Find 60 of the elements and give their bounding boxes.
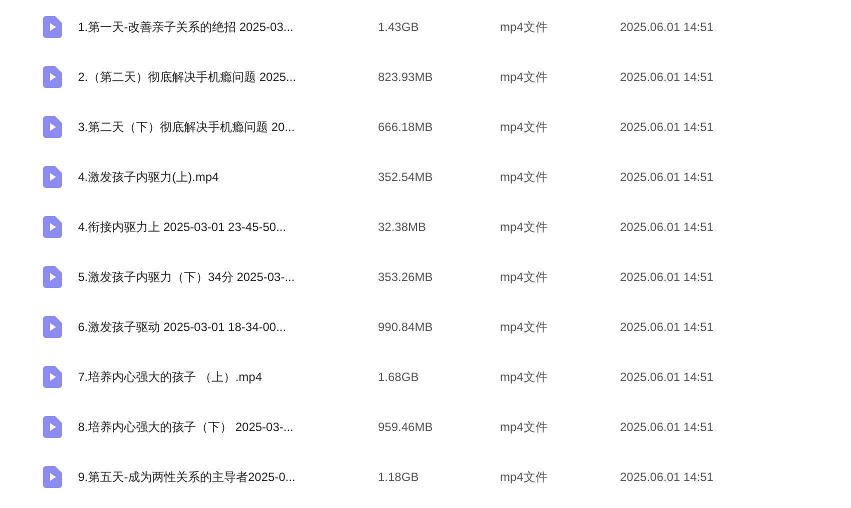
video-file-icon xyxy=(43,216,62,238)
modified-date: 2025.06.01 14:51 xyxy=(620,270,714,284)
file-type: mp4文件 xyxy=(500,468,548,486)
file-row[interactable]: 7.培养内心强大的孩子 （上）.mp4 1.68GB mp4文件 2025.06.01 14:51 xyxy=(0,352,851,402)
video-file-icon xyxy=(43,466,62,488)
file-size: 990.84MB xyxy=(378,320,434,334)
file-type: mp4文件 xyxy=(500,218,548,236)
file-name: 1.第一天-改善亲子关系的绝招 2025-03... xyxy=(78,18,294,36)
file-name: 8.培养内心强大的孩子（下） 2025-03-... xyxy=(78,418,294,436)
file-size: 1.18GB xyxy=(378,470,420,484)
modified-date: 2025.06.01 14:51 xyxy=(620,320,714,334)
file-row[interactable]: 1.第一天-改善亲子关系的绝招 2025-03... 1.43GB mp4文件 2025.06.01 14:51 xyxy=(0,2,851,52)
file-row[interactable]: 3.第二天（下）彻底解决手机瘾问题 20... 666.18MB mp4文件 2025.06.01 14:51 xyxy=(0,102,851,152)
file-size: 666.18MB xyxy=(378,120,434,134)
file-name: 4.衔接内驱力上 2025-03-01 23-45-50... xyxy=(78,218,288,236)
video-file-icon xyxy=(43,316,62,338)
file-name: 5.激发孩子内驱力（下）34分 2025-03-... xyxy=(78,268,296,286)
file-name: 4.激发孩子内驱力(上).mp4 xyxy=(78,168,220,186)
file-type: mp4文件 xyxy=(500,268,548,286)
file-size: 32.38MB xyxy=(378,220,428,234)
file-type: mp4文件 xyxy=(500,18,548,36)
file-name: 7.培养内心强大的孩子 （上）.mp4 xyxy=(78,368,264,386)
file-row[interactable]: 4.激发孩子内驱力(上).mp4 352.54MB mp4文件 2025.06.01 14:51 xyxy=(0,152,851,202)
modified-date: 2025.06.01 14:51 xyxy=(620,120,714,134)
file-name: 6.激发孩子驱动 2025-03-01 18-34-00... xyxy=(78,318,288,336)
file-row[interactable]: 4.衔接内驱力上 2025-03-01 23-45-50... 32.38MB mp4文件 2025.06.01 14:51 xyxy=(0,202,851,252)
file-type: mp4文件 xyxy=(500,318,548,336)
file-row[interactable]: 5.激发孩子内驱力（下）34分 2025-03-... 353.26MB mp4文件 2025.06.01 14:51 xyxy=(0,252,851,302)
modified-date: 2025.06.01 14:51 xyxy=(620,70,714,84)
video-file-icon xyxy=(43,116,62,138)
file-type: mp4文件 xyxy=(500,418,548,436)
file-size: 823.93MB xyxy=(378,70,434,84)
modified-date: 2025.06.01 14:51 xyxy=(620,170,714,184)
file-size: 1.43GB xyxy=(378,20,420,34)
file-row[interactable]: 2.（第二天）彻底解决手机瘾问题 2025... 823.93MB mp4文件 2025.06.01 14:51 xyxy=(0,52,851,102)
file-name: 2.（第二天）彻底解决手机瘾问题 2025... xyxy=(78,68,298,86)
file-row[interactable]: 6.激发孩子驱动 2025-03-01 18-34-00... 990.84MB mp4文件 2025.06.01 14:51 xyxy=(0,302,851,352)
file-size: 959.46MB xyxy=(378,420,434,434)
file-name: 3.第二天（下）彻底解决手机瘾问题 20... xyxy=(78,118,296,136)
video-file-icon xyxy=(43,16,62,38)
video-file-icon xyxy=(43,66,62,88)
video-file-icon xyxy=(43,266,62,288)
file-type: mp4文件 xyxy=(500,168,548,186)
file-size: 353.26MB xyxy=(378,270,434,284)
file-type: mp4文件 xyxy=(500,68,548,86)
file-size: 352.54MB xyxy=(378,170,434,184)
file-row[interactable]: 9.第五天-成为两性关系的主导者2025-0... 1.18GB mp4文件 2025.06.01 14:51 xyxy=(0,452,851,502)
video-file-icon xyxy=(43,166,62,188)
modified-date: 2025.06.01 14:51 xyxy=(620,370,714,384)
file-type: mp4文件 xyxy=(500,118,548,136)
modified-date: 2025.06.01 14:51 xyxy=(620,420,714,434)
file-size: 1.68GB xyxy=(378,370,420,384)
file-name: 9.第五天-成为两性关系的主导者2025-0... xyxy=(78,468,296,486)
file-row[interactable]: 8.培养内心强大的孩子（下） 2025-03-... 959.46MB mp4文件 2025.06.01 14:51 xyxy=(0,402,851,452)
modified-date: 2025.06.01 14:51 xyxy=(620,20,714,34)
file-type: mp4文件 xyxy=(500,368,548,386)
video-file-icon xyxy=(43,366,62,388)
modified-date: 2025.06.01 14:51 xyxy=(620,470,714,484)
modified-date: 2025.06.01 14:51 xyxy=(620,220,714,234)
video-file-icon xyxy=(43,416,62,438)
